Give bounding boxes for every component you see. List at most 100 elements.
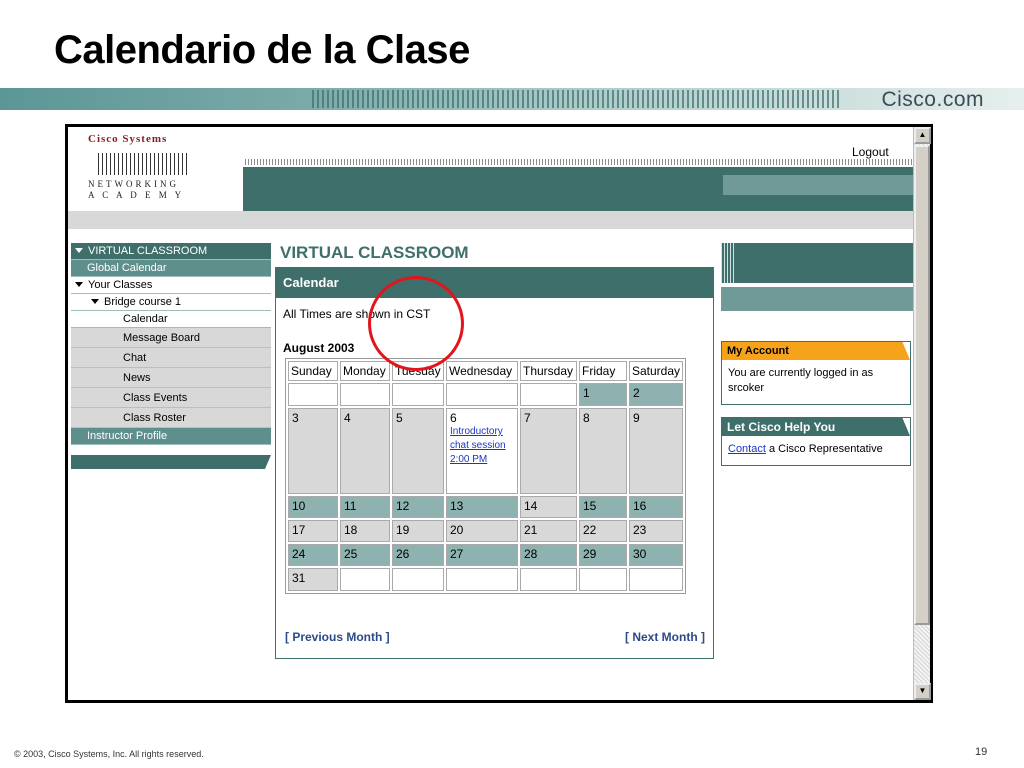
my-account-box: My Account You are currently logged in a… <box>721 341 911 405</box>
networking-academy-logo: Cisco Systems NETWORKING A C A D E M Y <box>88 133 218 213</box>
sidebar-item-class-roster[interactable]: Class Roster <box>71 408 271 428</box>
day-cell[interactable]: 25 <box>340 544 390 566</box>
weekday-header-row: Sunday Monday Tuesday Wednesday Thursday… <box>288 361 684 381</box>
day-cell[interactable] <box>446 383 518 406</box>
day-cell[interactable]: 3 <box>288 408 338 494</box>
day-cell[interactable]: 17 <box>288 520 338 542</box>
day-cell[interactable]: 5 <box>392 408 444 494</box>
right-banner-accent <box>721 287 913 311</box>
sidebar-global-calendar[interactable]: Global Calendar <box>71 260 271 277</box>
day-cell[interactable]: 14 <box>520 496 577 518</box>
day-cell[interactable]: 23 <box>629 520 684 542</box>
day-cell[interactable] <box>340 568 390 591</box>
calendar-grid: Sunday Monday Tuesday Wednesday Thursday… <box>285 358 687 594</box>
week-row: 24 25 26 27 28 29 30 <box>288 544 684 566</box>
day-cell[interactable]: 4 <box>340 408 390 494</box>
day-cell[interactable]: 18 <box>340 520 390 542</box>
right-banner-barcode <box>721 243 735 283</box>
sidebar-your-classes[interactable]: Your Classes <box>71 277 271 294</box>
sidebar-item-calendar[interactable]: Calendar <box>71 311 271 328</box>
day-cell[interactable]: 11 <box>340 496 390 518</box>
month-label: August 2003 <box>283 341 355 355</box>
event-time: 2:00 PM <box>450 454 488 465</box>
logout-link[interactable]: Logout <box>852 145 889 159</box>
event-link[interactable]: Introductory chat session 2:00 PM <box>450 425 514 467</box>
help-box: Let Cisco Help You Contact a Cisco Repre… <box>721 417 911 466</box>
day-cell[interactable]: 22 <box>579 520 627 542</box>
day-cell[interactable] <box>520 383 577 406</box>
day-cell-with-event[interactable]: 6 Introductory chat session 2:00 PM <box>446 408 518 494</box>
logo-academy: A C A D E M Y <box>88 190 185 200</box>
day-cell[interactable]: 16 <box>629 496 684 518</box>
day-cell[interactable] <box>579 568 627 591</box>
sidebar-bridge-course[interactable]: Bridge course 1 <box>71 294 271 311</box>
calendar-panel: Calendar All Times are shown in CST Augu… <box>275 267 714 659</box>
day-cell[interactable]: 12 <box>392 496 444 518</box>
day-cell[interactable]: 31 <box>288 568 338 591</box>
right-banner <box>721 243 913 283</box>
copyright: © 2003, Cisco Systems, Inc. All rights r… <box>14 749 204 759</box>
weekday-thursday: Thursday <box>520 361 577 381</box>
day-cell[interactable] <box>392 568 444 591</box>
day-cell[interactable]: 15 <box>579 496 627 518</box>
my-account-title: My Account <box>722 342 910 360</box>
header-banner-accent <box>723 175 913 195</box>
scroll-down-arrow-icon[interactable]: ▼ <box>914 683 931 700</box>
day-cell[interactable]: 10 <box>288 496 338 518</box>
help-body: Contact a Cisco Representative <box>722 436 910 465</box>
day-cell[interactable]: 19 <box>392 520 444 542</box>
day-cell[interactable]: 9 <box>629 408 684 494</box>
cisco-com-logo: Cisco.com <box>881 88 984 111</box>
browser-window: Cisco Systems NETWORKING A C A D E M Y L… <box>65 124 933 703</box>
day-cell[interactable]: 20 <box>446 520 518 542</box>
section-title: VIRTUAL CLASSROOM <box>280 243 469 262</box>
weekday-sunday: Sunday <box>288 361 338 381</box>
day-cell[interactable]: 29 <box>579 544 627 566</box>
day-cell[interactable]: 13 <box>446 496 518 518</box>
day-cell[interactable]: 30 <box>629 544 684 566</box>
event-title-line1: Introductory <box>450 426 503 437</box>
day-cell[interactable] <box>288 383 338 406</box>
web-page: Cisco Systems NETWORKING A C A D E M Y L… <box>68 127 913 700</box>
sidebar-instructor-profile[interactable]: Instructor Profile <box>71 428 271 445</box>
day-cell[interactable] <box>340 383 390 406</box>
day-cell[interactable] <box>520 568 577 591</box>
logo-cisco-systems: Cisco Systems <box>88 133 168 145</box>
sidebar-virtual-classroom[interactable]: VIRTUAL CLASSROOM <box>71 243 271 260</box>
sidebar-item-class-events[interactable]: Class Events <box>71 388 271 408</box>
sidebar: VIRTUAL CLASSROOM Global Calendar Your C… <box>71 243 271 469</box>
title-bar-barcode <box>312 90 842 108</box>
day-cell[interactable] <box>446 568 518 591</box>
day-cell[interactable]: 7 <box>520 408 577 494</box>
scroll-up-arrow-icon[interactable]: ▲ <box>914 127 931 144</box>
day-cell[interactable] <box>629 568 684 591</box>
week-row: 10 11 12 13 14 15 16 <box>288 496 684 518</box>
week-row: 17 18 19 20 21 22 23 <box>288 520 684 542</box>
scroll-thumb[interactable] <box>914 145 930 625</box>
sidebar-item-chat[interactable]: Chat <box>71 348 271 368</box>
day-cell[interactable]: 24 <box>288 544 338 566</box>
week-row: 1 2 <box>288 383 684 406</box>
my-account-text: You are currently logged in as srcoker <box>728 367 874 394</box>
header-divider <box>68 211 913 229</box>
day-cell[interactable]: 21 <box>520 520 577 542</box>
weekday-wednesday: Wednesday <box>446 361 518 381</box>
sidebar-bridge-course-label: Bridge course 1 <box>104 296 182 308</box>
contact-link[interactable]: Contact <box>728 443 766 455</box>
sidebar-item-message-board[interactable]: Message Board <box>71 328 271 348</box>
event-highlight-circle <box>368 276 464 371</box>
sidebar-your-classes-label: Your Classes <box>88 279 153 291</box>
day-cell[interactable] <box>392 383 444 406</box>
day-cell[interactable]: 27 <box>446 544 518 566</box>
day-cell[interactable]: 2 <box>629 383 684 406</box>
next-month-link[interactable]: [ Next Month ] <box>625 630 705 644</box>
sidebar-item-news[interactable]: News <box>71 368 271 388</box>
week-row: 31 <box>288 568 684 591</box>
day-cell[interactable]: 26 <box>392 544 444 566</box>
day-cell[interactable]: 8 <box>579 408 627 494</box>
previous-month-link[interactable]: [ Previous Month ] <box>285 630 390 644</box>
day-cell[interactable]: 1 <box>579 383 627 406</box>
day-cell[interactable]: 28 <box>520 544 577 566</box>
help-text: a Cisco Representative <box>765 443 883 455</box>
vertical-scrollbar[interactable]: ▲ ▼ <box>913 127 931 700</box>
